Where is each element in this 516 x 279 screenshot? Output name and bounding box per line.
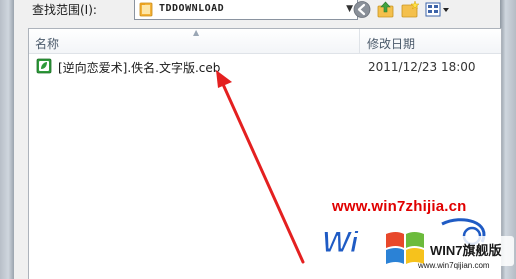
column-header-date-modified[interactable]: 修改日期 xyxy=(367,35,415,52)
window-frame-left xyxy=(0,0,14,279)
dialog-toolbar: 查找范围(I): TDDOWNLOAD ▼ xyxy=(14,0,500,24)
column-header-row: 名称 ▲ 修改日期 xyxy=(29,28,501,54)
views-menu-icon[interactable] xyxy=(424,0,452,19)
folder-icon xyxy=(139,2,153,17)
watermark-domain: www.win7qijian.com xyxy=(418,261,490,270)
sort-ascending-icon: ▲ xyxy=(193,28,200,37)
file-name: [逆向恋爱术].佚名.文字版.ceb xyxy=(58,61,221,75)
file-row[interactable]: [逆向恋爱术].佚名.文字版.ceb 2011/12/23 18:00 xyxy=(29,57,501,77)
look-in-dropdown[interactable]: TDDOWNLOAD ▼ xyxy=(134,0,358,20)
file-open-dialog: 查找范围(I): TDDOWNLOAD ▼ 名称 ▲ 修改日期 [逆向恋爱术].… xyxy=(0,0,516,279)
watermark-brand: WIN7旗舰版 xyxy=(430,243,502,258)
back-icon[interactable] xyxy=(352,0,372,19)
svg-text:Wi: Wi xyxy=(322,226,359,259)
look-in-label: 查找范围(I): xyxy=(32,3,97,17)
up-folder-icon[interactable] xyxy=(376,0,396,19)
file-date-modified: 2011/12/23 18:00 xyxy=(368,60,476,74)
ceb-file-icon xyxy=(36,58,52,74)
column-header-name[interactable]: 名称 xyxy=(35,35,59,52)
look-in-value: TDDOWNLOAD xyxy=(159,3,225,14)
new-folder-icon[interactable] xyxy=(400,0,420,19)
watermark-url: www.win7zhijia.cn xyxy=(332,198,467,215)
column-divider[interactable] xyxy=(359,29,360,53)
